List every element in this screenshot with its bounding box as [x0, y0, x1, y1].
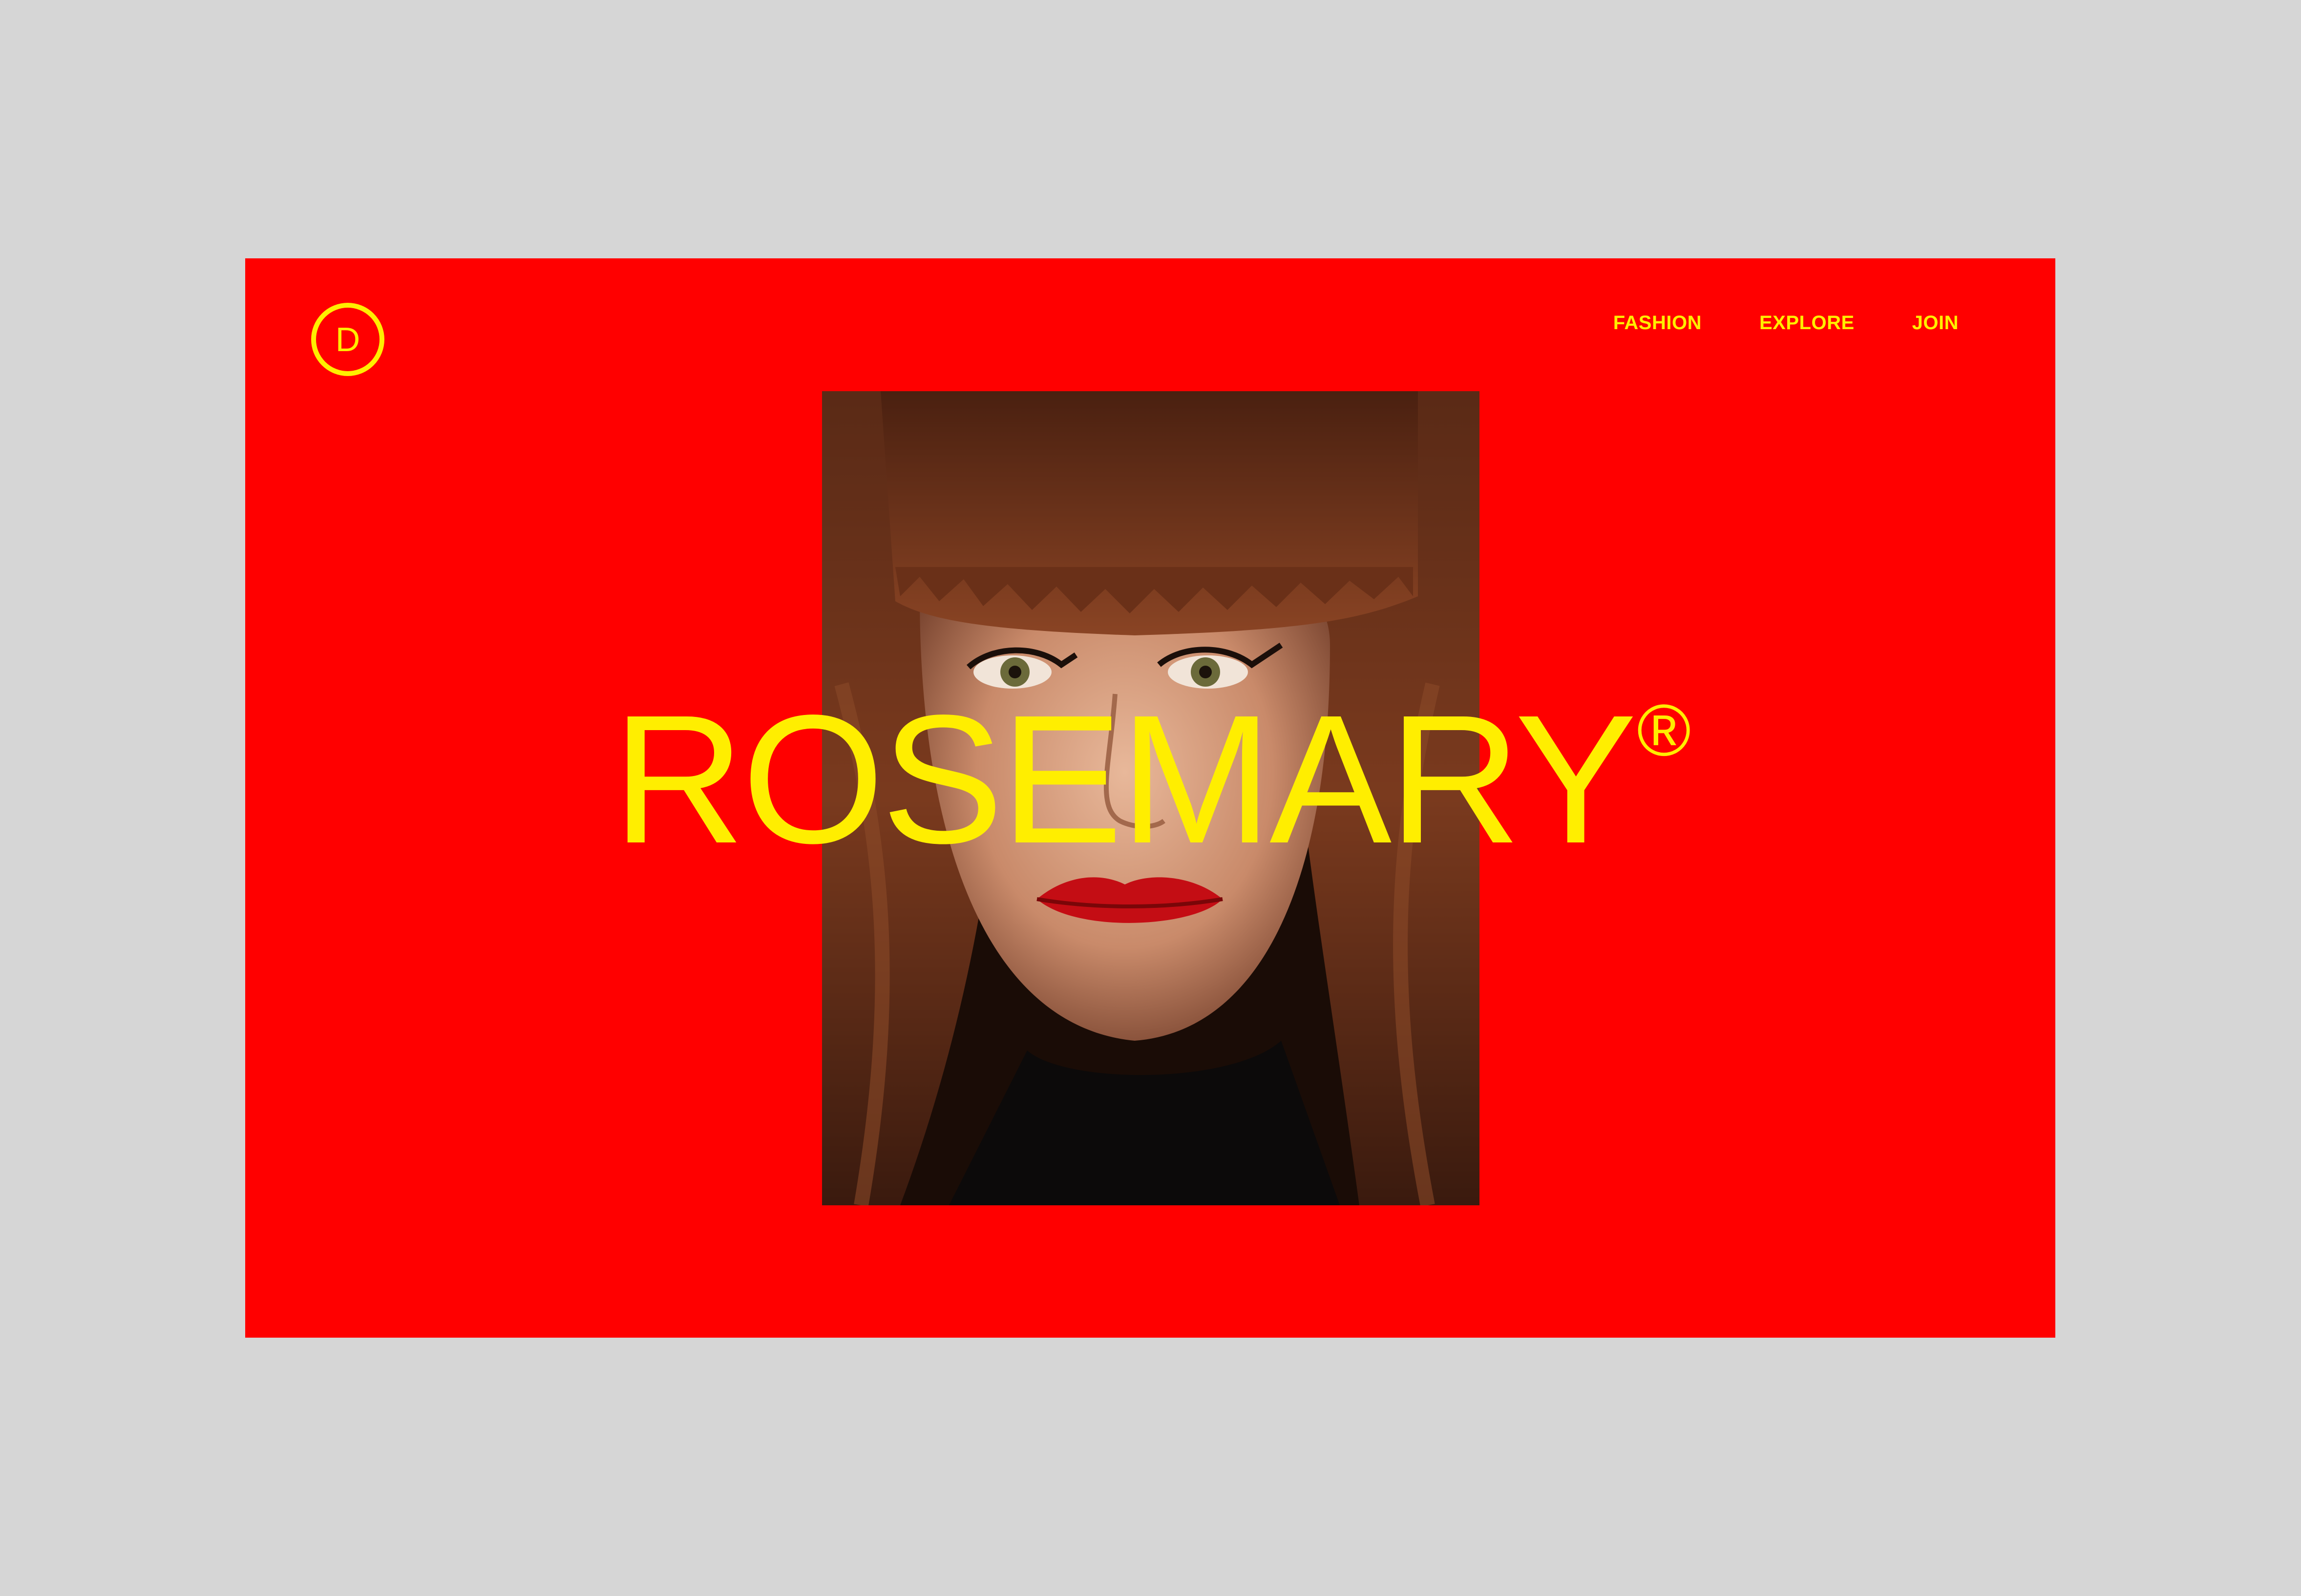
hero-panel: D FASHION EXPLORE JOIN ROSEMARY®: [245, 258, 2055, 1338]
nav-item-fashion[interactable]: FASHION: [1613, 313, 1702, 333]
top-nav: FASHION EXPLORE JOIN: [1613, 313, 1959, 333]
hero-title-text: ROSEMARY: [612, 677, 1637, 882]
hero-title: ROSEMARY®: [245, 688, 2055, 871]
logo-button[interactable]: D: [311, 303, 384, 376]
logo-letter: D: [335, 320, 360, 358]
nav-item-join[interactable]: JOIN: [1912, 313, 1959, 333]
nav-item-explore[interactable]: EXPLORE: [1759, 313, 1855, 333]
trademark-symbol: ®: [1637, 689, 1691, 771]
